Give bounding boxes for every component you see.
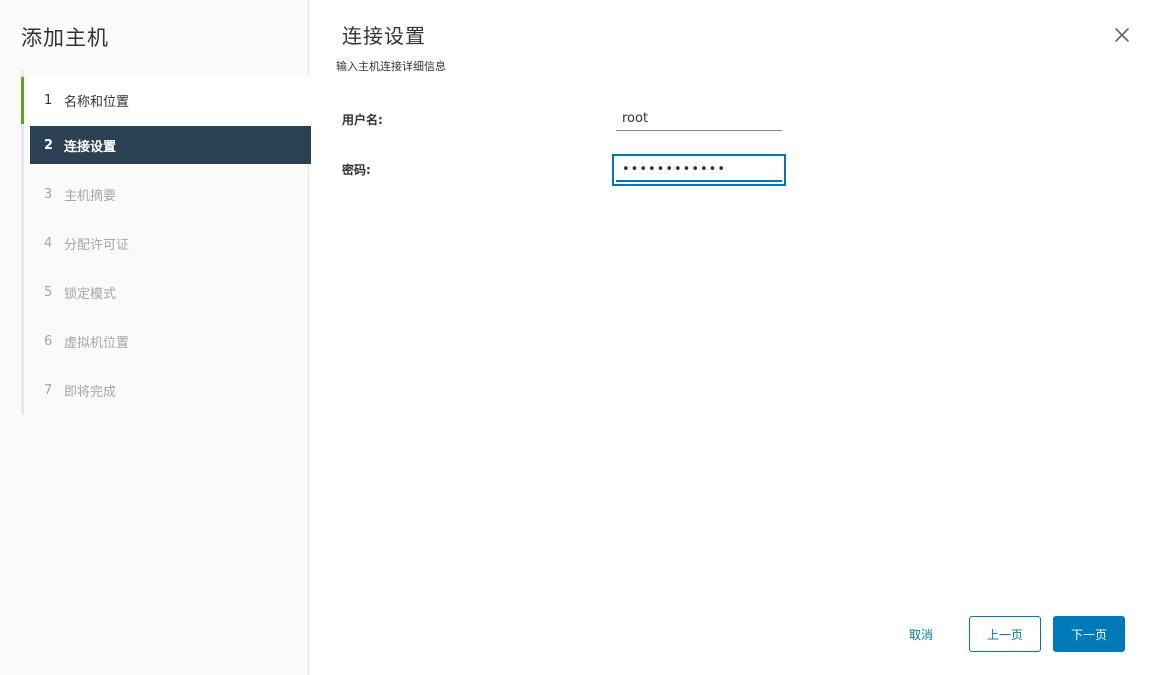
step-number: 5 [44,284,53,300]
close-icon [1115,28,1129,42]
step-host-summary: 3 主机摘要 [24,175,311,213]
step-label: 虚拟机位置 [64,335,130,351]
cancel-button[interactable]: 取消 [896,616,946,652]
step-label: 名称和位置 [64,95,130,110]
step-label: 连接设置 [64,139,117,155]
username-label: 用户名: [342,113,383,127]
step-number: 7 [44,382,53,398]
previous-button[interactable]: 上一页 [969,616,1041,652]
step-label: 主机摘要 [64,188,117,204]
step-connection-settings[interactable]: 2 连接设置 [30,126,311,164]
step-ready-to-complete: 7 即将完成 [24,371,311,409]
password-label: 密码: [342,163,371,177]
step-assign-license: 4 分配许可证 [24,224,311,262]
step-number: 6 [44,333,53,349]
close-button[interactable] [1112,25,1132,45]
step-number: 3 [44,186,53,202]
step-lockdown-mode: 5 锁定模式 [24,273,311,311]
page-title: 连接设置 [342,24,426,48]
password-input[interactable] [616,158,782,182]
page-subtitle: 输入主机连接详细信息 [336,60,446,73]
step-number: 4 [44,235,53,251]
step-number: 1 [44,93,53,108]
password-field-focus-ring [612,154,786,186]
step-label: 即将完成 [64,384,117,400]
wizard-sidebar: 添加主机 1 名称和位置 2 连接设置 3 主机摘要 4 分配许可证 5 锁定模… [0,0,311,675]
step-vm-location: 6 虚拟机位置 [24,322,311,360]
username-input[interactable] [616,107,782,131]
step-label: 分配许可证 [64,237,130,253]
step-name-and-location[interactable]: 1 名称和位置 [21,77,311,124]
step-label: 锁定模式 [64,286,117,302]
step-number: 2 [44,137,54,153]
wizard-steps: 1 名称和位置 2 连接设置 3 主机摘要 4 分配许可证 5 锁定模式 6 虚… [21,71,311,415]
next-button[interactable]: 下一页 [1053,616,1125,652]
wizard-title: 添加主机 [21,26,109,50]
